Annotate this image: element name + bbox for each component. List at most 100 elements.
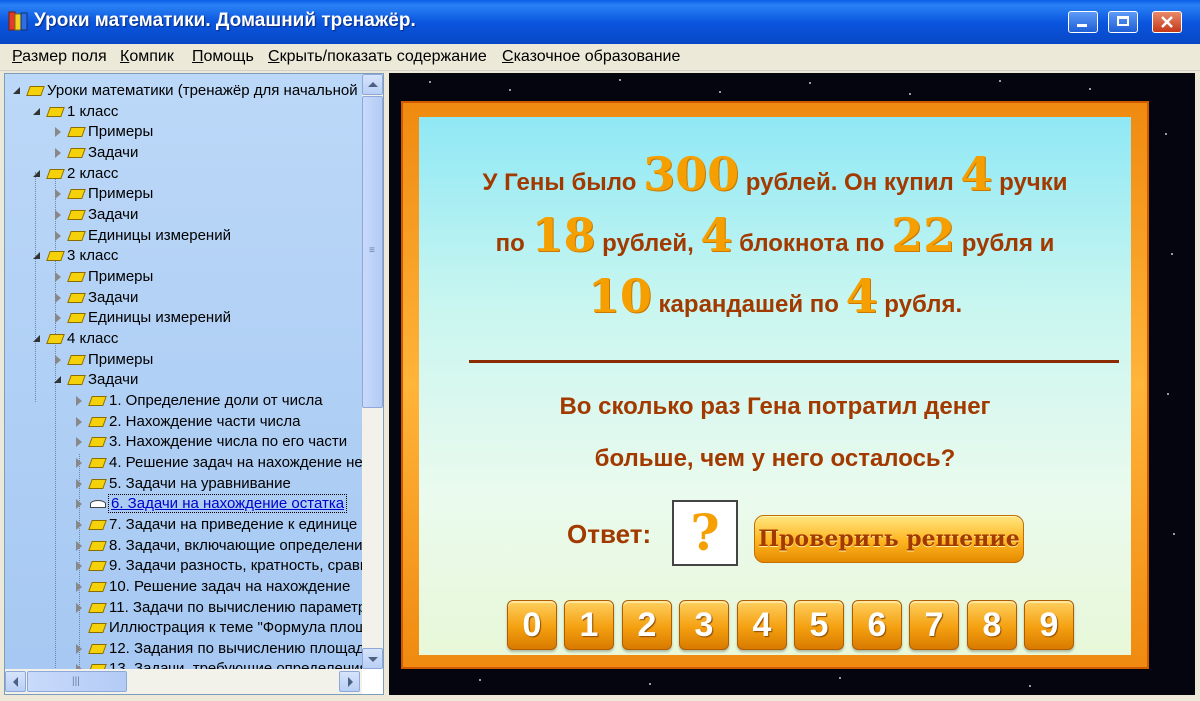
digit-button-3[interactable]: 3 [679, 600, 729, 650]
digit-button-0[interactable]: 0 [507, 600, 557, 650]
tree-item-grade-3-examples[interactable]: Примеры [54, 266, 153, 286]
minimize-button[interactable] [1068, 11, 1098, 33]
check-solution-button[interactable]: Проверить решение [754, 515, 1024, 563]
expand-icon[interactable] [75, 395, 84, 406]
tree-item-grade-2[interactable]: 2 класс [33, 163, 118, 183]
digit-button-1[interactable]: 1 [564, 600, 614, 650]
book-icon [69, 292, 83, 302]
tree-item-task-4[interactable]: 4. Решение задач на нахождение неизвестн… [75, 452, 362, 472]
answer-input[interactable]: ? [672, 500, 738, 566]
tree-item-grade-4[interactable]: 4 класс [33, 328, 118, 348]
menu-fairy-education[interactable]: Сказочное образование [502, 48, 680, 66]
tree-item-grade-2-tasks[interactable]: Задачи [54, 204, 138, 224]
digit-button-5[interactable]: 5 [794, 600, 844, 650]
digit-button-7[interactable]: 7 [909, 600, 959, 650]
collapse-icon[interactable] [33, 107, 42, 116]
tree-item-task-3[interactable]: 3. Нахождение числа по его части [75, 431, 347, 451]
scroll-left-button[interactable] [5, 671, 26, 692]
title-bar[interactable]: Уроки математики. Домашний тренажёр. [0, 0, 1200, 44]
tree-item-illustration[interactable]: Иллюстрация к теме "Формула площади" [90, 617, 362, 637]
expand-icon[interactable] [75, 540, 84, 551]
collapse-icon[interactable] [33, 251, 42, 260]
menu-help[interactable]: Помощь [192, 48, 254, 66]
expand-icon[interactable] [54, 147, 63, 158]
menu-field-size[interactable]: Размер поля [12, 48, 107, 66]
collapse-icon[interactable] [33, 334, 42, 343]
expand-icon[interactable] [54, 188, 63, 199]
expand-icon[interactable] [75, 519, 84, 530]
collapse-icon[interactable] [54, 375, 63, 384]
collapse-icon[interactable] [13, 86, 22, 95]
expand-icon[interactable] [75, 602, 84, 613]
digit-button-9[interactable]: 9 [1024, 600, 1074, 650]
tree-item-task-6-selected[interactable]: 6. Задачи на нахождение остатка [75, 493, 348, 513]
maximize-button[interactable] [1108, 11, 1138, 33]
book-icon [69, 354, 83, 364]
expand-icon[interactable] [75, 457, 84, 468]
expand-icon[interactable] [54, 354, 63, 365]
tree-item-grade-1-examples[interactable]: Примеры [54, 121, 153, 141]
tree-item-grade-3[interactable]: 3 класс [33, 245, 118, 265]
menu-toggle-contents[interactable]: Скрыть/показать содержание [268, 48, 487, 66]
digit-button-6[interactable]: 6 [852, 600, 902, 650]
number-4: 4 [845, 269, 878, 323]
tree-root[interactable]: Уроки математики (тренажёр для начальной… [13, 80, 362, 100]
minimize-icon [1077, 24, 1087, 27]
tree-item-grade-2-units[interactable]: Единицы измерений [54, 225, 231, 245]
tree-item-grade-4-tasks[interactable]: Задачи [54, 369, 138, 389]
tree-item-grade-1-tasks[interactable]: Задачи [54, 142, 138, 162]
tree-item-task-5[interactable]: 5. Задачи на уравнивание [75, 473, 291, 493]
expand-icon[interactable] [54, 230, 63, 241]
tree-item-grade-4-examples[interactable]: Примеры [54, 349, 153, 369]
book-icon [90, 478, 104, 488]
tree-item-grade-1[interactable]: 1 класс [33, 101, 118, 121]
book-icon [90, 602, 104, 612]
book-icon [69, 126, 83, 136]
expand-icon[interactable] [54, 126, 63, 137]
tree-item-grade-2-examples[interactable]: Примеры [54, 183, 153, 203]
book-icon [48, 168, 62, 178]
problem-line-3: 10 карандашей по 4 рубля. [587, 269, 963, 323]
tree-item-task-7[interactable]: 7. Задачи на приведение к единице [75, 514, 357, 534]
tree-item-task-2[interactable]: 2. Нахождение части числа [75, 411, 301, 431]
expand-icon[interactable] [54, 312, 63, 323]
scroll-right-button[interactable] [339, 671, 360, 692]
expand-icon[interactable] [75, 436, 84, 447]
tree-item-task-11[interactable]: 11. Задачи по вычислению параметров [75, 597, 362, 617]
tree-item-task-8[interactable]: 8. Задачи, включающие определение [75, 535, 362, 555]
expand-icon[interactable] [75, 643, 84, 654]
divider [469, 360, 1119, 363]
expand-icon[interactable] [75, 478, 84, 489]
digit-button-8[interactable]: 8 [967, 600, 1017, 650]
expand-icon[interactable] [54, 292, 63, 303]
hscroll-thumb[interactable]: ||| [27, 671, 127, 692]
tree-item-task-10[interactable]: 10. Решение задач на нахождение [75, 576, 350, 596]
expand-icon[interactable] [75, 498, 84, 509]
tree-item-task-1[interactable]: 1. Определение доли от числа [75, 390, 323, 410]
scroll-thumb[interactable]: ≡ [362, 96, 383, 408]
expand-icon[interactable] [75, 560, 84, 571]
book-icon [90, 457, 104, 467]
collapse-icon[interactable] [33, 169, 42, 178]
scroll-up-button[interactable] [362, 74, 383, 95]
menu-kompik[interactable]: Компик [120, 48, 174, 66]
scroll-down-button[interactable] [362, 648, 383, 669]
tree-item-grade-3-units[interactable]: Единицы измерений [54, 307, 231, 327]
expand-icon[interactable] [75, 581, 84, 592]
problem-frame: У Гены было 300 рублей. Он купил 4 ручки… [401, 101, 1149, 669]
expand-icon[interactable] [54, 209, 63, 220]
expand-icon[interactable] [75, 416, 84, 427]
tree-item-task-13[interactable]: 13. Задачи, требующие определения [75, 658, 362, 669]
tree-item-task-9[interactable]: 9. Задачи разность, кратность, сравнение [75, 555, 362, 575]
digit-button-4[interactable]: 4 [737, 600, 787, 650]
tree-item-grade-3-tasks[interactable]: Задачи [54, 287, 138, 307]
tree-horizontal-scrollbar[interactable]: ||| [5, 669, 362, 694]
menu-bar: Размер поля Компик Помощь Скрыть/показат… [0, 44, 1200, 71]
close-button[interactable] [1152, 11, 1182, 33]
tree-item-task-12[interactable]: 12. Задания по вычислению площади [75, 638, 362, 658]
tree-vertical-scrollbar[interactable]: ≡ [362, 74, 383, 669]
number-4: 4 [700, 208, 733, 262]
digit-button-2[interactable]: 2 [622, 600, 672, 650]
expand-icon[interactable] [54, 271, 63, 282]
number-10: 10 [587, 269, 652, 323]
